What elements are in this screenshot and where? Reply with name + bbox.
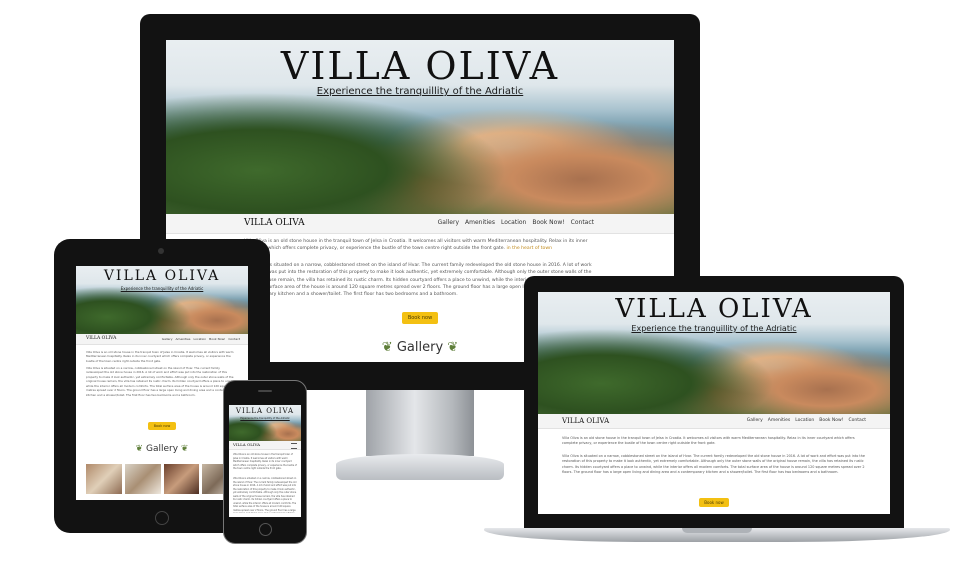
nav-links: Gallery Amenities Location Book Now! Con…: [747, 418, 866, 423]
nav-link-gallery[interactable]: Gallery: [162, 337, 173, 341]
intro-paragraph: Villa Oliva is an old stone house in the…: [86, 350, 234, 363]
book-now-button[interactable]: Book now: [402, 312, 438, 324]
nav-links: Gallery Amenities Location Book Now! Con…: [438, 219, 594, 226]
history-paragraph: Villa Oliva is situated on a narrow, cob…: [86, 366, 236, 397]
phone: VILLA OLIVA Experience the tranquillity …: [223, 380, 307, 544]
nav-link-book-now[interactable]: Book Now!: [819, 418, 843, 423]
hero-subtitle: Experience the tranquillity of the Adria…: [631, 324, 797, 333]
nav-brand[interactable]: VILLA OLIVA: [244, 218, 305, 228]
camera-icon: [158, 248, 164, 254]
nav-link-amenities[interactable]: Amenities: [768, 418, 790, 423]
nav-link-contact[interactable]: Contact: [571, 219, 594, 226]
laptop-notch: [682, 528, 752, 533]
nav-link-contact[interactable]: Contact: [848, 418, 866, 423]
laptop: VILLA OLIVA Experience the tranquillity …: [524, 276, 904, 528]
hero-subtitle: Experience the tranquillity of the Adria…: [120, 286, 204, 291]
navbar: VILLA OLIVA Gallery Amenities Location B…: [166, 214, 674, 234]
home-button-icon[interactable]: [259, 523, 272, 536]
nav-link-amenities[interactable]: Amenities: [175, 337, 190, 341]
nav-brand[interactable]: VILLA OLIVA: [86, 336, 116, 341]
leaf-ornament-icon: ❦: [135, 444, 144, 454]
nav-link-book-now[interactable]: Book Now!: [209, 337, 225, 341]
leaf-ornament-icon: ❦: [180, 444, 189, 454]
laptop-screen: VILLA OLIVA Experience the tranquillity …: [538, 292, 890, 514]
hero-banner: VILLA OLIVA Experience the tranquillity …: [76, 266, 248, 334]
navbar: VILLA OLIVA Gallery Amenities Location B…: [76, 334, 248, 345]
nav-link-location[interactable]: Location: [501, 219, 526, 226]
history-paragraph: Villa Oliva is situated on a narrow, cob…: [562, 454, 865, 475]
hero-subtitle: Experience the tranquillity of the Adria…: [316, 86, 524, 97]
nav-link-gallery[interactable]: Gallery: [747, 418, 763, 423]
nav-link-amenities[interactable]: Amenities: [465, 219, 495, 226]
gallery-image[interactable]: [86, 464, 122, 494]
hero-title: VILLA OLIVA: [280, 44, 560, 88]
hero-banner: VILLA OLIVA Experience the tranquillity …: [166, 40, 674, 214]
hero-title: VILLA OLIVA: [103, 268, 221, 284]
book-now-button[interactable]: Book now: [699, 498, 729, 507]
gallery-image[interactable]: [163, 464, 200, 494]
intro-paragraph: Villa Oliva is an old stone house in the…: [233, 453, 297, 471]
menu-icon[interactable]: [291, 443, 297, 449]
nav-link-gallery[interactable]: Gallery: [438, 219, 459, 226]
hero-title: VILLA OLIVA: [615, 294, 813, 324]
nav-link-location[interactable]: Location: [193, 337, 206, 341]
home-button-icon[interactable]: [155, 511, 169, 525]
nav-link-book-now[interactable]: Book Now!: [532, 219, 564, 226]
history-paragraph: Villa Oliva is situated on a narrow, cob…: [233, 477, 297, 513]
hero-banner: VILLA OLIVA Experience the tranquillity …: [229, 405, 301, 441]
nav-link-contact[interactable]: Contact: [228, 337, 240, 341]
hero-title: VILLA OLIVA: [235, 407, 295, 415]
leaf-ornament-icon: ❦: [381, 340, 393, 355]
monitor-base: [336, 454, 504, 480]
hero-subtitle: Experience the tranquillity of the Adria…: [240, 417, 290, 420]
earpiece: [258, 390, 272, 392]
monitor-neck: [366, 390, 474, 456]
intro-paragraph: Villa Oliva is an old stone house in the…: [244, 239, 588, 252]
gallery-image[interactable]: [124, 464, 161, 494]
book-now-button[interactable]: Book now: [148, 422, 176, 430]
intro-link[interactable]: in the heart of town: [507, 246, 553, 251]
gallery-thumbnails: [86, 464, 238, 494]
leaf-ornament-icon: ❦: [447, 340, 459, 355]
nav-link-location[interactable]: Location: [795, 418, 814, 423]
intro-paragraph: Villa Oliva is an old stone house in the…: [562, 436, 855, 446]
nav-brand[interactable]: VILLA OLIVA: [562, 417, 609, 425]
hero-banner: VILLA OLIVA Experience the tranquillity …: [538, 292, 890, 414]
navbar: VILLA OLIVA: [229, 441, 301, 450]
nav-brand[interactable]: VILLA OLIVA: [233, 442, 260, 447]
phone-screen: VILLA OLIVA Experience the tranquillity …: [229, 405, 301, 517]
navbar: VILLA OLIVA Gallery Amenities Location B…: [538, 414, 890, 429]
nav-links: Gallery Amenities Location Book Now! Con…: [162, 337, 240, 341]
